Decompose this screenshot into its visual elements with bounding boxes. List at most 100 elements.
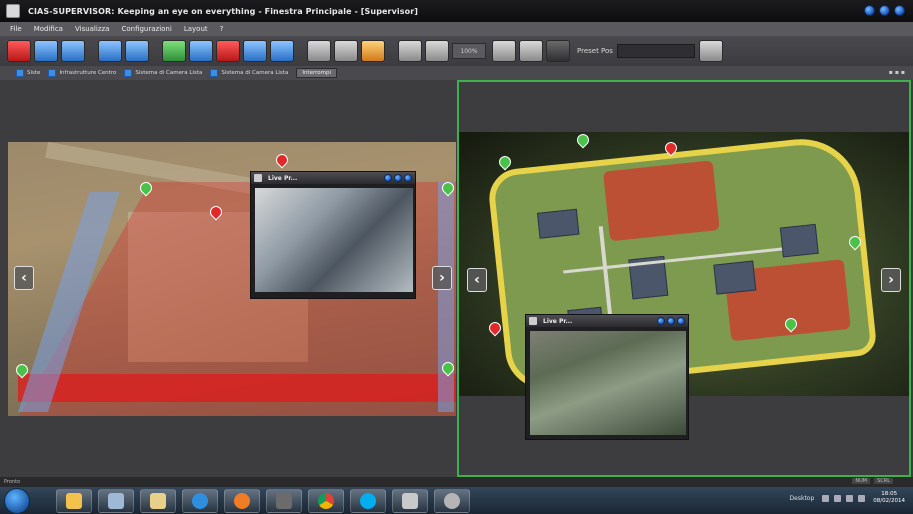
layout-2-icon[interactable] bbox=[189, 40, 213, 62]
live-video-feed[interactable] bbox=[255, 188, 413, 292]
taskbar-app-cias[interactable] bbox=[392, 488, 428, 513]
filter-siste[interactable]: Siste bbox=[16, 69, 40, 77]
menu-layout[interactable]: Layout bbox=[184, 25, 208, 33]
alarm-zone bbox=[603, 160, 720, 242]
window-title: CIAS-SUPERVISOR: Keeping an eye on every… bbox=[28, 6, 419, 16]
preset-input[interactable] bbox=[616, 44, 695, 58]
firefox-icon bbox=[234, 492, 250, 509]
taskbar-app-skype[interactable] bbox=[350, 488, 386, 513]
camera-fov-right bbox=[438, 182, 454, 412]
popup-header[interactable]: Live Pr... bbox=[251, 172, 415, 184]
checkbox[interactable] bbox=[210, 69, 219, 77]
live-preview-popup[interactable]: Live Pr... bbox=[250, 171, 416, 299]
left-map-pane[interactable]: ‹ › Live Pr... bbox=[4, 80, 456, 477]
menu-help[interactable]: ? bbox=[220, 25, 224, 33]
layout-1-icon[interactable] bbox=[162, 40, 186, 62]
zoom-in-icon[interactable] bbox=[398, 40, 422, 62]
previous-arrow-icon[interactable]: ‹ bbox=[467, 268, 487, 292]
building bbox=[779, 223, 819, 258]
clock[interactable]: 18:05 08/02/2014 bbox=[873, 491, 905, 505]
eye-icon[interactable] bbox=[546, 40, 570, 62]
popup-close-button[interactable] bbox=[677, 317, 685, 325]
map-pin-icon[interactable] bbox=[496, 153, 514, 171]
filter-camera-list-1[interactable]: Sistema di Camera Lista bbox=[124, 69, 202, 77]
live-preview-popup[interactable]: Live Pr... bbox=[525, 314, 689, 440]
popup-close-button[interactable] bbox=[404, 174, 412, 182]
zoom-level[interactable]: 100% bbox=[452, 43, 486, 59]
person-icon[interactable] bbox=[519, 40, 543, 62]
layout-4-icon[interactable] bbox=[243, 40, 267, 62]
monitor-icon[interactable] bbox=[125, 40, 149, 62]
popup-header[interactable]: Live Pr... bbox=[526, 315, 688, 327]
taskbar-app-library[interactable] bbox=[140, 488, 176, 513]
map-pin-icon[interactable] bbox=[273, 151, 291, 169]
tools-icon[interactable] bbox=[61, 40, 85, 62]
previous-arrow-icon[interactable]: ‹ bbox=[14, 266, 34, 290]
chrome-icon bbox=[318, 492, 334, 509]
tray-icons bbox=[822, 494, 866, 502]
popup-minimize-button[interactable] bbox=[657, 317, 665, 325]
minimize-button[interactable] bbox=[864, 5, 875, 16]
export-icon[interactable] bbox=[334, 40, 358, 62]
filter-infrastrutture[interactable]: Infrastrutture Centro bbox=[48, 69, 116, 77]
popup-maximize-button[interactable] bbox=[394, 174, 402, 182]
next-arrow-icon[interactable]: › bbox=[432, 266, 452, 290]
filter-camera-list-2[interactable]: Sistema di Camera Lista bbox=[210, 69, 288, 77]
start-button[interactable] bbox=[4, 487, 30, 514]
workspace: ‹ › Live Pr... ‹ › Live Pr... bbox=[0, 80, 913, 477]
close-button[interactable] bbox=[894, 5, 905, 16]
app-icon[interactable] bbox=[6, 4, 20, 18]
file-icon bbox=[108, 492, 124, 509]
play-icon[interactable] bbox=[698, 40, 723, 62]
live-video-feed[interactable] bbox=[530, 331, 686, 435]
checkbox[interactable] bbox=[124, 69, 133, 77]
menu-visualizza[interactable]: Visualizza bbox=[75, 25, 109, 33]
taskbar-app-settings[interactable] bbox=[434, 488, 470, 513]
map-pin-icon[interactable] bbox=[486, 319, 504, 337]
checkbox[interactable] bbox=[16, 69, 24, 77]
next-arrow-icon[interactable]: › bbox=[881, 268, 901, 292]
layout-3-icon[interactable] bbox=[216, 40, 240, 62]
maximize-button[interactable] bbox=[879, 5, 890, 16]
volume-icon[interactable] bbox=[846, 494, 854, 502]
camera-icon bbox=[254, 174, 262, 182]
camera-icon[interactable] bbox=[34, 40, 58, 62]
fullscreen-icon[interactable] bbox=[98, 40, 122, 62]
network-icon[interactable] bbox=[822, 494, 830, 502]
map-pin-icon[interactable] bbox=[574, 132, 592, 149]
menu-file[interactable]: File bbox=[10, 25, 22, 33]
print-icon[interactable] bbox=[307, 40, 331, 62]
popup-minimize-button[interactable] bbox=[384, 174, 392, 182]
right-map-pane[interactable]: ‹ › Live Pr... bbox=[457, 80, 911, 477]
folder-icon bbox=[66, 492, 82, 509]
alarm-icon[interactable] bbox=[7, 40, 31, 62]
filter-bar: Siste Infrastrutture Centro Sistema di C… bbox=[0, 66, 913, 80]
windows-taskbar: Desktop 18:05 08/02/2014 bbox=[0, 487, 913, 514]
snapshot-icon[interactable] bbox=[492, 40, 516, 62]
layout-grid-icon[interactable] bbox=[270, 40, 294, 62]
interrompi-button[interactable]: Interrompi bbox=[296, 68, 338, 78]
taskbar-app-firefox[interactable] bbox=[224, 488, 260, 513]
popup-maximize-button[interactable] bbox=[667, 317, 675, 325]
taskbar-app-ie[interactable] bbox=[182, 488, 218, 513]
menu-modifica[interactable]: Modifica bbox=[34, 25, 63, 33]
scroll-lock-indicator: SCRL bbox=[874, 478, 893, 484]
filter-label: Sistema di Camera Lista bbox=[135, 70, 203, 76]
panel-controls[interactable]: ▪▪▪ bbox=[889, 69, 907, 76]
menu-configurazioni[interactable]: Configurazioni bbox=[121, 25, 171, 33]
taskbar-app-files[interactable] bbox=[98, 488, 134, 513]
battery-icon[interactable] bbox=[834, 494, 842, 502]
desktop-label[interactable]: Desktop bbox=[790, 495, 815, 502]
app-window: CIAS-SUPERVISOR: Keeping an eye on every… bbox=[0, 0, 913, 514]
settings-icon bbox=[444, 492, 460, 509]
zoom-out-icon[interactable] bbox=[425, 40, 449, 62]
taskbar-app-chrome[interactable] bbox=[308, 488, 344, 513]
taskbar-app-explorer[interactable] bbox=[56, 488, 92, 513]
folder-icon[interactable] bbox=[361, 40, 385, 62]
flag-icon[interactable] bbox=[858, 494, 866, 502]
building bbox=[536, 208, 580, 239]
title-bar[interactable]: CIAS-SUPERVISOR: Keeping an eye on every… bbox=[0, 0, 913, 22]
eye-icon bbox=[402, 492, 418, 509]
checkbox[interactable] bbox=[48, 69, 57, 77]
taskbar-app-media[interactable] bbox=[266, 488, 302, 513]
